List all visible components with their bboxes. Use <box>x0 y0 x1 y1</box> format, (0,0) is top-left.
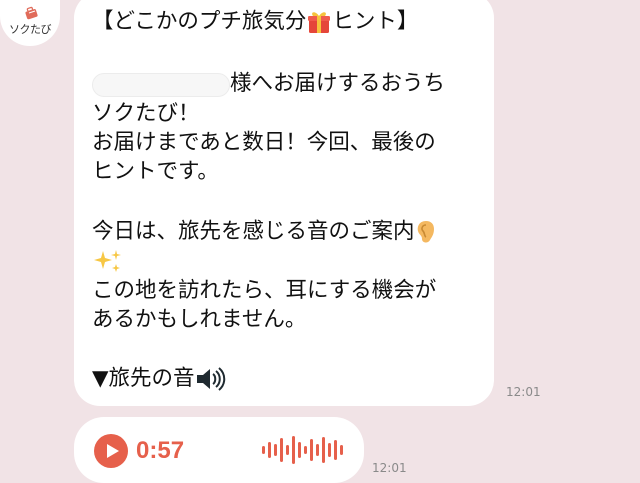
message-line-with-speaker: ▼旅先の音 <box>92 365 227 393</box>
message-line: お届けまであと数日！今回、最後の <box>92 130 436 155</box>
sparkles-icon <box>94 250 121 272</box>
ear-icon <box>417 221 434 243</box>
message-bubble[interactable] <box>74 0 494 406</box>
message-line: この地を訪れたら、耳にする機会が <box>92 278 437 303</box>
message-title: 【どこかのプチ旅気分 ヒント】 <box>92 8 418 36</box>
redacted-recipient-name <box>92 73 230 97</box>
avatar-label: ソクたび <box>9 23 52 36</box>
suitcase-logo-icon <box>25 6 38 20</box>
message-timestamp: 12:01 <box>506 385 541 399</box>
message-line-text: ▼旅先の音 <box>92 366 195 391</box>
waveform-icon <box>262 436 343 464</box>
message-line: 様へお届けするおうち <box>230 71 446 96</box>
audio-duration: 0:57 <box>136 437 185 464</box>
message-line: ソクたび！ <box>92 101 200 126</box>
message-line-with-ear: 今日は、旅先を感じる音のご案内 <box>92 218 437 246</box>
audio-timestamp: 12:01 <box>372 461 407 475</box>
sender-avatar[interactable]: ソクたび <box>0 0 60 46</box>
gift-icon <box>308 12 331 33</box>
message-line-text: 今日は、旅先を感じる音のご案内 <box>92 219 415 244</box>
message-title-text: 【どこかのプチ旅気分 <box>92 9 307 34</box>
speaker-icon <box>196 367 225 391</box>
message-title-end: ヒント】 <box>332 9 419 34</box>
play-button[interactable] <box>94 434 128 468</box>
message-line: ヒントです。 <box>92 159 219 184</box>
message-line: あるかもしれません。 <box>92 307 307 332</box>
